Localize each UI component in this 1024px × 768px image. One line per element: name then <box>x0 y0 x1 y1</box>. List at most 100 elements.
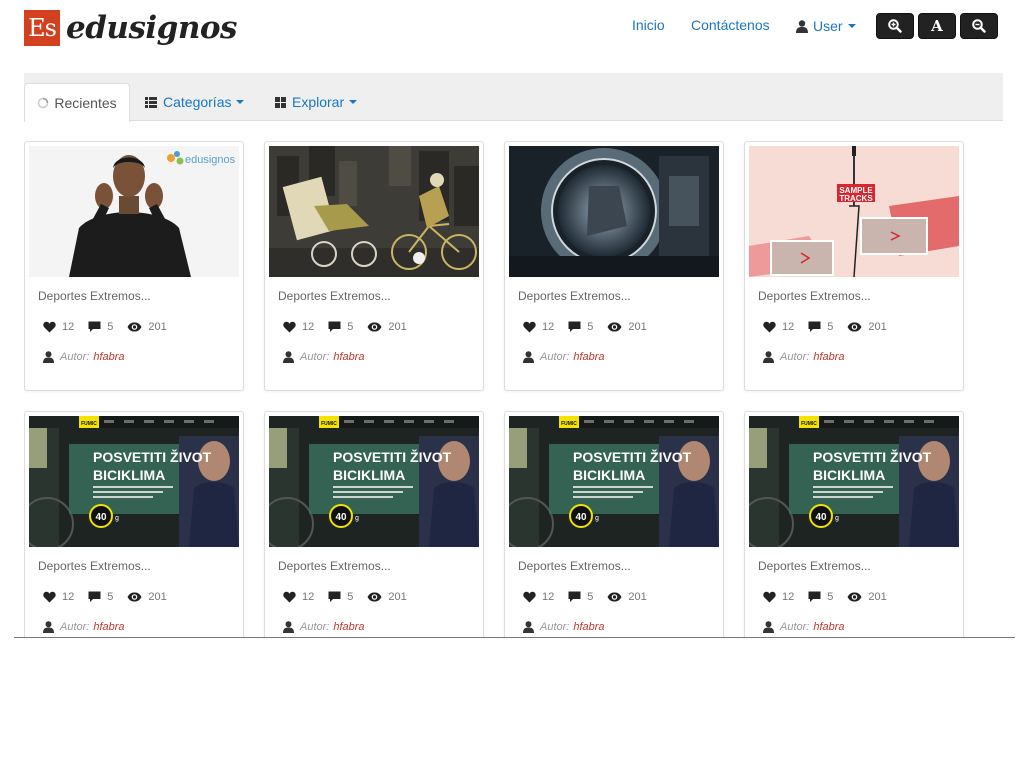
comment-icon <box>328 321 341 332</box>
author-line: Autor: hfabra <box>523 351 605 363</box>
video-title[interactable]: Deportes Extremos... <box>38 289 151 303</box>
author-link[interactable]: hfabra <box>333 621 364 633</box>
logo-text: edusignos <box>66 10 238 46</box>
nav-inicio-link[interactable]: Inicio <box>632 17 665 33</box>
views-count: 201 <box>148 321 167 333</box>
svg-text:POSVETITI ŽIVOT: POSVETITI ŽIVOT <box>93 448 212 465</box>
author-link[interactable]: hfabra <box>573 351 604 363</box>
video-stats: 12 5 201 <box>763 591 901 603</box>
author-link[interactable]: hfabra <box>813 351 844 363</box>
svg-text:40: 40 <box>575 512 587 523</box>
comments-count: 5 <box>587 321 594 333</box>
likes-stat: 12 <box>43 591 74 603</box>
video-card[interactable]: FUMIC POSVETITI ŽIVOT BICIKLIMA 40 g Dep… <box>264 411 484 637</box>
comment-icon <box>568 591 581 602</box>
video-thumbnail[interactable]: FUMIC POSVETITI ŽIVOT BICIKLIMA 40 g <box>509 416 719 547</box>
video-card[interactable]: FUMIC POSVETITI ŽIVOT BICIKLIMA 40 g Dep… <box>744 411 964 637</box>
views-stat: 201 <box>127 321 167 333</box>
tab-explorar-label: Explorar <box>292 94 345 110</box>
likes-stat: 12 <box>283 321 314 333</box>
author-link[interactable]: hfabra <box>573 621 604 633</box>
author-line: Autor: hfabra <box>763 351 845 363</box>
video-thumbnail[interactable]: FUMIC POSVETITI ŽIVOT BICIKLIMA 40 g <box>29 416 239 547</box>
author-link[interactable]: hfabra <box>93 621 124 633</box>
comments-count: 5 <box>347 591 354 603</box>
heart-icon <box>43 321 56 333</box>
grid-icon <box>275 96 286 108</box>
video-card[interactable]: Deportes Extremos... 12 5 201 Autor: hfa… <box>264 141 484 391</box>
svg-text:40: 40 <box>335 512 347 523</box>
heart-icon <box>283 321 296 333</box>
author-link[interactable]: hfabra <box>813 621 844 633</box>
user-icon <box>43 351 54 363</box>
views-count: 201 <box>868 321 887 333</box>
video-stats: 12 5 201 <box>283 591 421 603</box>
video-stats: 12 5 201 <box>43 321 181 333</box>
video-title[interactable]: Deportes Extremos... <box>278 559 391 573</box>
tab-recientes[interactable]: Recientes <box>24 83 130 122</box>
tab-explorar[interactable]: Explorar <box>275 83 358 121</box>
font-size-button[interactable]: A <box>918 13 956 39</box>
comments-count: 5 <box>827 591 834 603</box>
video-thumbnail[interactable]: SAMPLE TRACKS <box>749 146 959 277</box>
author-link[interactable]: hfabra <box>93 351 124 363</box>
zoom-out-button[interactable] <box>960 13 998 39</box>
comment-icon <box>568 321 581 332</box>
author-label: Autor: <box>300 621 330 633</box>
video-title[interactable]: Deportes Extremos... <box>758 289 871 303</box>
eye-icon <box>847 322 862 332</box>
video-thumbnail[interactable]: FUMIC POSVETITI ŽIVOT BICIKLIMA 40 g <box>269 416 479 547</box>
video-thumbnail[interactable]: FUMIC POSVETITI ŽIVOT BICIKLIMA 40 g <box>749 416 959 547</box>
eye-icon <box>367 322 382 332</box>
video-title[interactable]: Deportes Extremos... <box>518 559 631 573</box>
tab-categorias[interactable]: Categorías <box>145 83 245 121</box>
views-count: 201 <box>388 591 407 603</box>
video-card[interactable]: Deportes Extremos... 12 5 201 Autor: hfa… <box>504 141 724 391</box>
video-thumbnail[interactable]: edusignos <box>29 146 239 277</box>
zoom-in-button[interactable] <box>876 13 914 39</box>
user-icon <box>763 621 774 633</box>
likes-count: 12 <box>782 591 795 603</box>
video-title[interactable]: Deportes Extremos... <box>278 289 391 303</box>
author-link[interactable]: hfabra <box>333 351 364 363</box>
video-card[interactable]: SAMPLE TRACKS Deportes Extremos... 12 5 … <box>744 141 964 391</box>
author-label: Autor: <box>540 621 570 633</box>
svg-text:g: g <box>595 515 599 522</box>
video-title[interactable]: Deportes Extremos... <box>518 289 631 303</box>
video-card[interactable]: FUMIC POSVETITI ŽIVOT BICIKLIMA 40 g Dep… <box>504 411 724 637</box>
svg-text:BICIKLIMA: BICIKLIMA <box>333 467 405 483</box>
video-thumbnail[interactable] <box>269 146 479 277</box>
comments-stat: 5 <box>568 321 593 333</box>
video-title[interactable]: Deportes Extremos... <box>758 559 871 573</box>
svg-text:FUMIC: FUMIC <box>561 421 577 427</box>
user-menu-dropdown[interactable]: User <box>796 18 856 34</box>
comment-icon <box>808 591 821 602</box>
video-thumbnail[interactable] <box>509 146 719 277</box>
views-stat: 201 <box>367 591 407 603</box>
views-stat: 201 <box>127 591 167 603</box>
video-card[interactable]: edusignos Deportes Extremos... 12 5 201 … <box>24 141 244 391</box>
author-label: Autor: <box>60 621 90 633</box>
author-line: Autor: hfabra <box>283 351 365 363</box>
likes-count: 12 <box>542 591 555 603</box>
site-logo[interactable]: Es edusignos <box>24 10 238 46</box>
views-count: 201 <box>868 591 887 603</box>
likes-stat: 12 <box>43 321 74 333</box>
svg-text:POSVETITI ŽIVOT: POSVETITI ŽIVOT <box>813 448 932 465</box>
eye-icon <box>367 592 382 602</box>
author-line: Autor: hfabra <box>523 621 605 633</box>
svg-text:BICIKLIMA: BICIKLIMA <box>813 467 885 483</box>
nav-contact-link[interactable]: Contáctenos <box>691 17 770 33</box>
svg-text:40: 40 <box>815 512 827 523</box>
video-card[interactable]: FUMIC POSVETITI ŽIVOT BICIKLIMA 40 g Dep… <box>24 411 244 637</box>
video-stats: 12 5 201 <box>763 321 901 333</box>
eye-icon <box>847 592 862 602</box>
eye-icon <box>607 592 622 602</box>
author-line: Autor: hfabra <box>763 621 845 633</box>
heart-icon <box>523 591 536 603</box>
views-stat: 201 <box>607 591 647 603</box>
video-title[interactable]: Deportes Extremos... <box>38 559 151 573</box>
spinner-icon <box>38 97 49 109</box>
accessibility-toolbar: A <box>876 13 1002 39</box>
likes-count: 12 <box>782 321 795 333</box>
